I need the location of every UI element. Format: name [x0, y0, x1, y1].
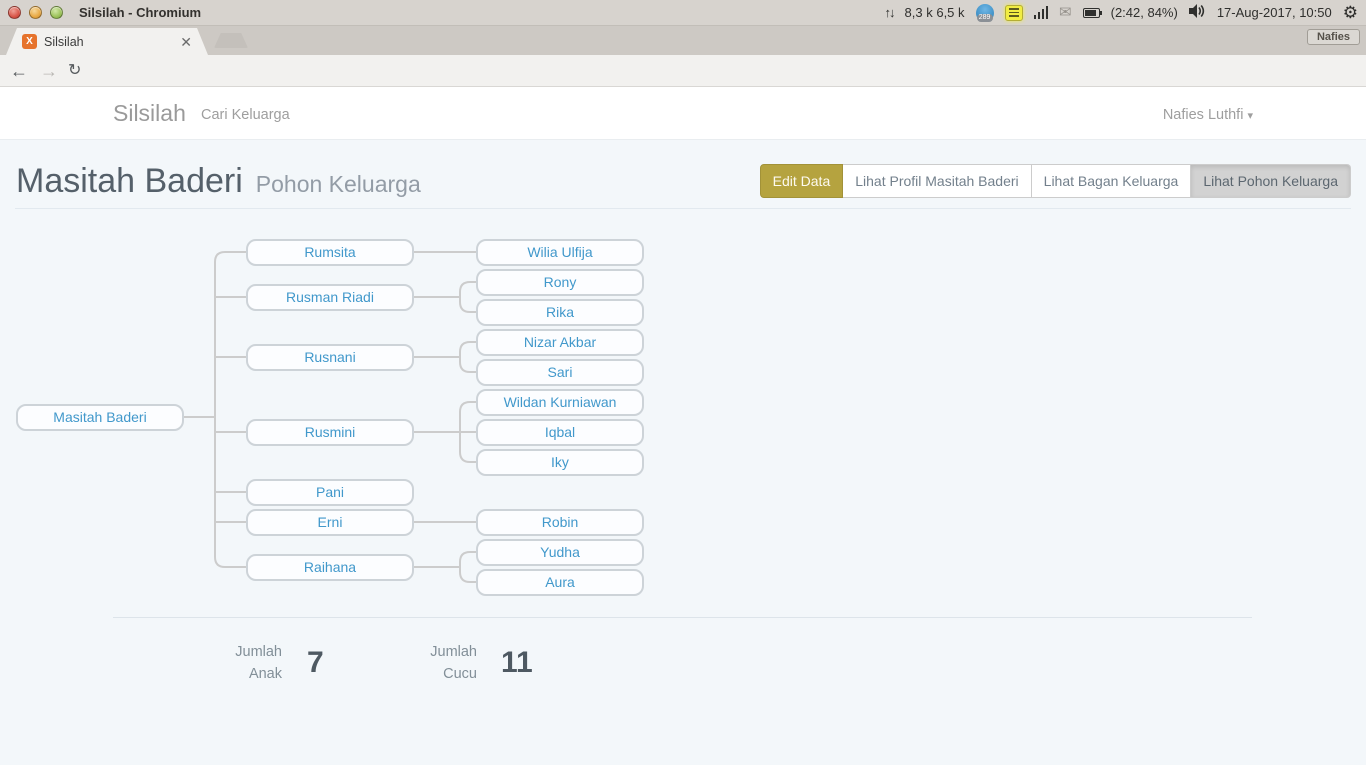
signal-strength-icon[interactable]	[1034, 6, 1049, 19]
tree-node[interactable]: Masitah Baderi	[16, 404, 184, 431]
window-title: Silsilah - Chromium	[79, 5, 201, 20]
browser-toolbar: ← → ↻ ⓘ localhost /lv/riset/2017/silsila…	[0, 55, 1366, 87]
footer-divider	[113, 617, 1252, 618]
edit-data-button[interactable]: Edit Data	[760, 164, 844, 198]
browser-profile-button[interactable]: Nafies	[1307, 29, 1360, 45]
page-header: Masitah Baderi Pohon Keluarga	[16, 162, 421, 201]
system-panel: Silsilah - Chromium ↑↓ 8,3 k 6,5 k 289 ✉…	[0, 0, 1366, 26]
user-menu[interactable]: Nafies Luthfi ▾	[1163, 107, 1253, 123]
tree-node[interactable]: Rusnani	[246, 344, 414, 371]
tree-node[interactable]: Rusmini	[246, 419, 414, 446]
forward-icon[interactable]: →	[40, 58, 58, 84]
app-brand[interactable]: Silsilah	[113, 100, 186, 127]
system-tray: ↑↓ 8,3 k 6,5 k 289 ✉ (2:42, 84%) 17-Aug-…	[885, 4, 1366, 22]
tree-node[interactable]: Rony	[476, 269, 644, 296]
tree-node[interactable]: Iky	[476, 449, 644, 476]
tree-node[interactable]: Erni	[246, 509, 414, 536]
tree-node[interactable]: Rumsita	[246, 239, 414, 266]
stat-label-anak: JumlahAnak	[196, 641, 282, 686]
lihat-bagan-button[interactable]: Lihat Bagan Keluarga	[1032, 164, 1192, 198]
battery-status: (2:42, 84%)	[1111, 5, 1178, 20]
lihat-profil-button[interactable]: Lihat Profil Masitah Baderi	[843, 164, 1031, 198]
window-minimize-button[interactable]	[29, 6, 42, 19]
window-close-button[interactable]	[8, 6, 21, 19]
session-gear-icon[interactable]: ⚙	[1343, 4, 1358, 21]
tree-node[interactable]: Robin	[476, 509, 644, 536]
stat-value-cucu: 11	[501, 646, 533, 680]
network-updown-icon[interactable]: ↑↓	[885, 5, 894, 20]
nav-cari-keluarga[interactable]: Cari Keluarga	[201, 107, 290, 123]
app-navbar: Silsilah Cari Keluarga Nafies Luthfi ▾	[0, 87, 1366, 140]
indicator-badge: 289	[977, 14, 993, 22]
new-tab-button[interactable]	[214, 33, 248, 48]
tree-node[interactable]: Iqbal	[476, 419, 644, 446]
lihat-pohon-button[interactable]: Lihat Pohon Keluarga	[1191, 164, 1351, 198]
tree-node[interactable]: Nizar Akbar	[476, 329, 644, 356]
battery-icon[interactable]	[1083, 8, 1100, 18]
browser-tab-strip: X Silsilah ✕ Nafies	[0, 26, 1366, 55]
desktop: Silsilah - Chromium ↑↓ 8,3 k 6,5 k 289 ✉…	[0, 0, 1366, 765]
user-menu-label: Nafies Luthfi	[1163, 107, 1244, 123]
network-rate: 8,3 k 6,5 k	[905, 5, 965, 20]
volume-icon[interactable]	[1189, 4, 1206, 21]
tree-node[interactable]: Rika	[476, 299, 644, 326]
back-icon[interactable]: ←	[10, 58, 28, 84]
tree-node[interactable]: Yudha	[476, 539, 644, 566]
clock[interactable]: 17-Aug-2017, 10:50	[1217, 5, 1332, 20]
header-divider	[15, 208, 1351, 209]
xampp-favicon-icon: X	[22, 34, 37, 49]
stat-label-cucu: JumlahCucu	[391, 641, 477, 686]
tree-node[interactable]: Pani	[246, 479, 414, 506]
mail-indicator-icon[interactable]: ✉	[1059, 5, 1072, 20]
stat-value-anak: 7	[307, 646, 324, 680]
tree-node[interactable]: Raihana	[246, 554, 414, 581]
tree-node[interactable]: Rusman Riadi	[246, 284, 414, 311]
page-title: Masitah Baderi	[16, 162, 243, 201]
browser-tab[interactable]: X Silsilah ✕	[6, 28, 208, 55]
tab-close-icon[interactable]: ✕	[180, 35, 192, 49]
tree-node[interactable]: Wildan Kurniawan	[476, 389, 644, 416]
tree-node[interactable]: Wilia Ulfija	[476, 239, 644, 266]
tree-node[interactable]: Aura	[476, 569, 644, 596]
page-subtitle: Pohon Keluarga	[256, 171, 421, 198]
app-indicator-icon[interactable]: 289	[976, 4, 994, 22]
notes-indicator-icon[interactable]	[1005, 5, 1023, 21]
action-button-group: Edit Data Lihat Profil Masitah Baderi Li…	[760, 164, 1351, 198]
reload-icon[interactable]: ↻	[68, 58, 81, 84]
tab-title: Silsilah	[44, 35, 174, 49]
chevron-down-icon: ▾	[1247, 110, 1253, 122]
window-maximize-button[interactable]	[50, 6, 63, 19]
tree-node[interactable]: Sari	[476, 359, 644, 386]
